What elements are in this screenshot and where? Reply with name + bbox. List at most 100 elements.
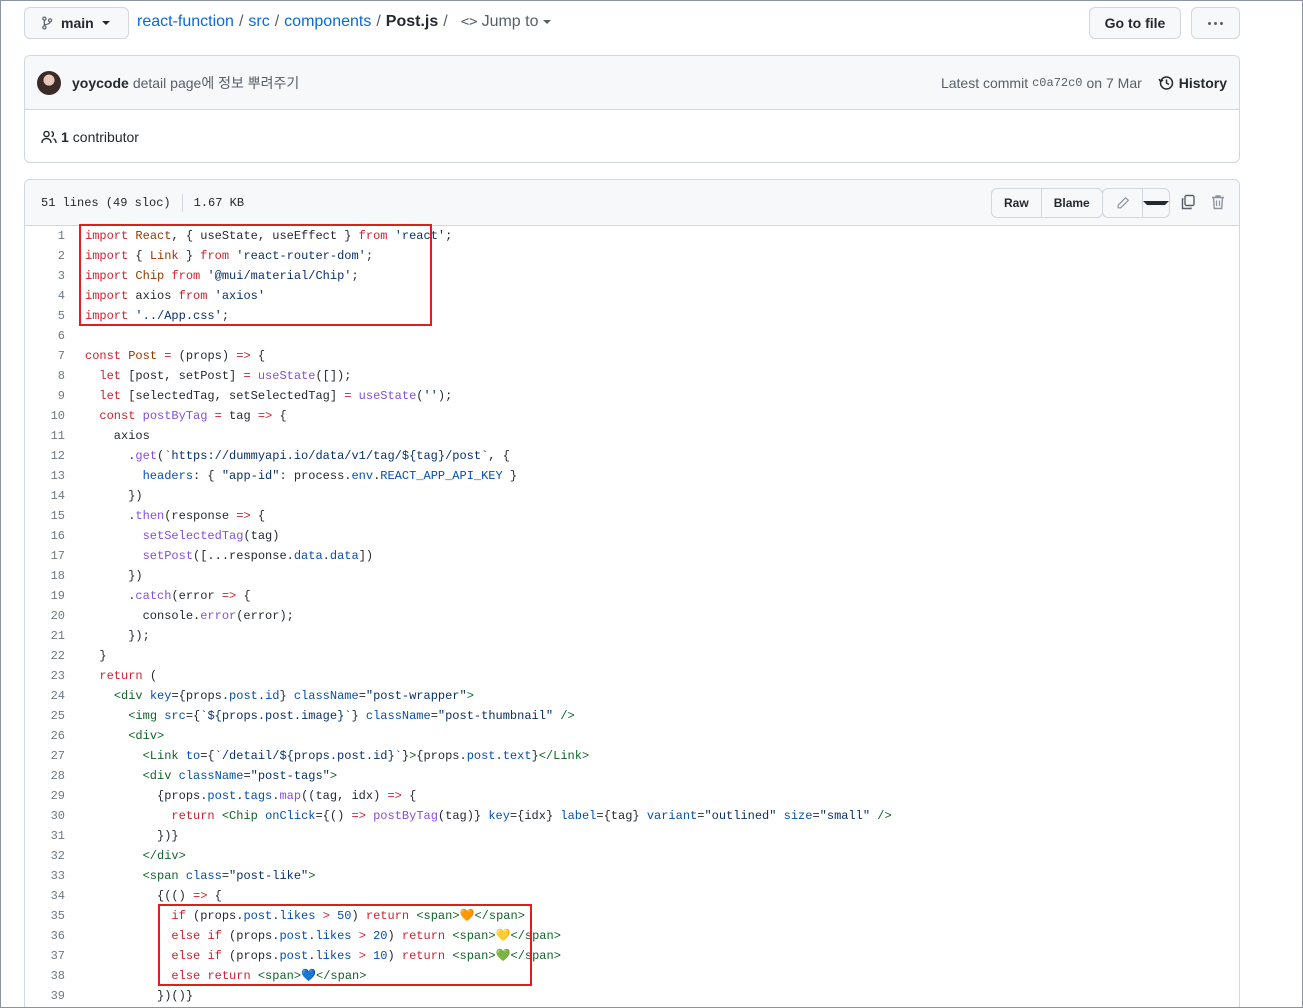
line-number[interactable]: 5 [25,306,65,326]
line-number[interactable]: 22 [25,646,65,666]
line-number[interactable]: 14 [25,486,65,506]
breadcrumb-components-link[interactable]: components [284,13,371,31]
code-text: .catch(error => { [85,589,251,603]
chevron-down-icon [542,20,551,24]
code-line: 1 import React, { useState, useEffect } f… [25,226,1239,246]
line-number[interactable]: 17 [25,546,65,566]
copy-icon [1181,194,1195,210]
breadcrumb-repo-link[interactable]: react-function [137,13,234,31]
trash-icon [1212,195,1224,210]
edit-button[interactable] [1103,189,1142,217]
more-options-button[interactable] [1191,7,1240,39]
line-number[interactable]: 16 [25,526,65,546]
line-number[interactable]: 7 [25,346,65,366]
chevron-down-icon [101,21,110,25]
contributors-row[interactable]: 1 contributor [25,110,1239,162]
line-number[interactable]: 27 [25,746,65,766]
line-number[interactable]: 29 [25,786,65,806]
line-number[interactable]: 24 [25,686,65,706]
line-number[interactable]: 38 [25,966,65,986]
code-text: .then(response => { [85,509,266,523]
line-number[interactable]: 2 [25,246,65,266]
code-line: 29 {props.post.tags.map((tag, idx) => { [25,786,1239,806]
line-number[interactable]: 15 [25,506,65,526]
raw-button[interactable]: Raw [992,189,1041,217]
code-line: 37 else if (props.post.likes > 10) retur… [25,946,1239,966]
code-text: let [post, setPost] = useState([]); [99,369,352,383]
breadcrumb-src-link[interactable]: src [248,13,269,31]
line-number[interactable]: 25 [25,706,65,726]
git-branch-icon [42,16,53,30]
line-number[interactable]: 10 [25,406,65,426]
code-line: 11 axios [25,426,1239,446]
code-text: else if (props.post.likes > 10) return <… [171,949,561,963]
line-number[interactable]: 18 [25,566,65,586]
code-text: <div key={props.post.id} className="post… [113,689,474,703]
line-number[interactable]: 35 [25,906,65,926]
code-line: 4 import axios from 'axios' [25,286,1239,306]
code-line: 32 </div> [25,846,1239,866]
code-line: 15 .then(response => { [25,506,1239,526]
branch-select-button[interactable]: main [24,7,129,39]
code-line: 24 <div key={props.post.id} className="p… [25,686,1239,706]
branch-name: main [61,15,94,31]
code-line: 14 }) [25,486,1239,506]
code-text: const Post = (props) => { [85,349,266,363]
line-number[interactable]: 3 [25,266,65,286]
line-number[interactable]: 1 [25,226,65,246]
code-text: import React, { useState, useEffect } fr… [85,229,453,243]
code-text: <Link to={`/detail/${props.post.id}`}>{p… [142,749,590,763]
code-line: 10 const postByTag = tag => { [25,406,1239,426]
line-number[interactable]: 36 [25,926,65,946]
code-text: setSelectedTag(tag) [142,529,280,543]
code-text: axios [85,429,150,443]
line-number[interactable]: 37 [25,946,65,966]
code-line: 17 setPost([...response.data.data]) [25,546,1239,566]
code-text: let [selectedTag, setSelectedTag] = useS… [99,389,453,403]
line-number[interactable]: 28 [25,766,65,786]
line-number[interactable]: 39 [25,986,65,1006]
line-number[interactable]: 34 [25,886,65,906]
line-number[interactable]: 13 [25,466,65,486]
line-number[interactable]: 32 [25,846,65,866]
line-number[interactable]: 20 [25,606,65,626]
line-number[interactable]: 23 [25,666,65,686]
copy-raw-button[interactable] [1179,193,1197,211]
line-number[interactable]: 31 [25,826,65,846]
commit-sha-link[interactable]: c0a72c0 [1032,76,1082,90]
code-text: <span class="post-like"> [142,869,316,883]
line-number[interactable]: 19 [25,586,65,606]
breadcrumb-separator: / [376,13,381,30]
latest-commit-label: Latest commit [940,75,1029,91]
line-number[interactable]: 4 [25,286,65,306]
line-number[interactable]: 11 [25,426,65,446]
jump-to-button[interactable]: <> Jump to [461,13,551,31]
line-number[interactable]: 9 [25,386,65,406]
delete-file-button[interactable] [1209,193,1227,211]
edit-dropdown-button[interactable] [1142,189,1169,217]
history-label: History [1178,75,1227,91]
go-to-file-button[interactable]: Go to file [1089,7,1181,39]
code-text: import '../App.css'; [85,309,230,323]
line-number[interactable]: 12 [25,446,65,466]
line-number[interactable]: 30 [25,806,65,826]
commit-author-link[interactable]: yoycode [72,75,129,91]
code-line: 38 else return <span>💙</span> [25,966,1239,986]
line-number[interactable]: 21 [25,626,65,646]
code-text: headers: { "app-id": process.env.REACT_A… [142,469,518,483]
line-number[interactable]: 26 [25,726,65,746]
edit-button-group [1102,188,1170,218]
line-number[interactable]: 6 [25,326,65,346]
code-text: {(() => { [85,889,222,903]
code-line: 18 }) [25,566,1239,586]
blame-button[interactable]: Blame [1040,189,1102,217]
contributors-count: 1 [61,128,69,145]
commit-message-link[interactable]: detail page에 정보 뿌려주기 [133,73,299,93]
breadcrumb-separator: / [443,13,448,30]
code-line: 3 import Chip from '@mui/material/Chip'; [25,266,1239,286]
line-number[interactable]: 8 [25,366,65,386]
code-line: 20 console.error(error); [25,606,1239,626]
line-number[interactable]: 33 [25,866,65,886]
history-link[interactable]: History [1158,75,1227,91]
avatar[interactable] [37,70,61,95]
